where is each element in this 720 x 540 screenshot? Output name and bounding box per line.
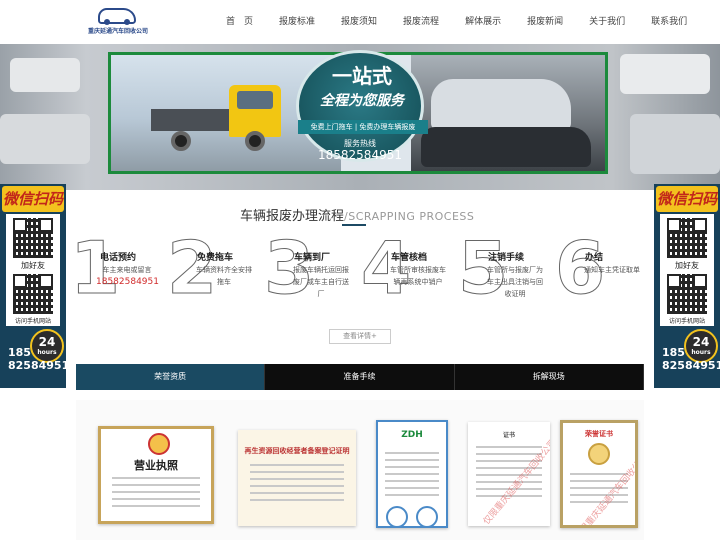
nav-scrap-notice[interactable]: 报废须知 <box>328 0 390 44</box>
cert-text-lines <box>112 477 200 512</box>
phone-line-2: 82584951 <box>8 359 70 372</box>
left-qr-panel: 微信扫码 加好友 访问手机网站 24 hours 185 82584951 <box>0 184 70 388</box>
nav-scrap-news[interactable]: 报废新闻 <box>514 0 576 44</box>
promo-title: 一站式 <box>332 64 392 88</box>
cert-title: 营业执照 <box>134 459 178 472</box>
step-desc: 车管所与报废厂为车主出具注销与回收证明 <box>487 266 543 298</box>
zdh-badge-icon: ZDH <box>401 430 423 440</box>
nav-scrap-standard[interactable]: 报废标准 <box>266 0 328 44</box>
truck-wheel <box>245 131 265 151</box>
cnas-logo-icon <box>416 506 438 526</box>
process-step-5: 5 注销手续 车管所与报废厂为车主出具注销与回收证明 <box>457 228 555 310</box>
wechat-scan-title: 微信扫码 <box>2 186 64 212</box>
qr-caption-add-friend: 加好友 <box>21 261 45 270</box>
award-seal-icon <box>588 443 610 465</box>
certificate-zdh[interactable]: ZDH <box>376 420 448 528</box>
qr-container: 加好友 访问手机网站 <box>660 214 714 326</box>
wechat-qr-code-icon[interactable] <box>667 218 707 258</box>
cert-title: 再生资源回收经营者备案登记证明 <box>244 447 350 455</box>
promo-subtitle: 全程为您服务 <box>320 93 404 109</box>
site-header: 重庆延通汽车回收公司 首 页 报废标准 报废须知 报废流程 解体展示 报废新闻 … <box>0 0 720 44</box>
promo-ribbon: 免费上门拖车 | 免费办理车辆报废 <box>298 120 428 134</box>
logo-text: 重庆延通汽车回收公司 <box>88 28 149 35</box>
cert-title: 荣誉证书 <box>585 430 613 438</box>
certificate-business-license[interactable]: 营业执照 <box>98 426 214 524</box>
nav-contact-us[interactable]: 联系我们 <box>638 0 700 44</box>
nav-home[interactable]: 首 页 <box>214 0 266 44</box>
step-desc: 车辆资料齐全安排拖车 <box>196 266 252 286</box>
right-qr-panel: 微信扫码 加好友 访问手机网站 24 hours 185 82584951 <box>654 184 720 388</box>
process-step-1: 1 电话预约 车主来电或留言 18582584951 <box>69 228 167 310</box>
step-desc: 通知车主凭证取单 <box>584 266 640 274</box>
certificate-4[interactable]: 证书 仅限重庆延通汽车回收公司使用 <box>468 422 550 526</box>
silver-car-image <box>431 79 571 131</box>
step-title: 车管核档 <box>391 253 428 263</box>
qr-caption-mobile-site: 访问手机网站 <box>14 318 51 325</box>
step-desc: 车管所审核报废车辆再系统中销户 <box>390 266 446 286</box>
nav-dismantle-show[interactable]: 解体展示 <box>452 0 514 44</box>
step-title: 车辆到厂 <box>294 253 331 263</box>
hotline-number: 18582584951 <box>318 148 402 162</box>
process-title-en: /SCRAPPING PROCESS <box>344 210 475 223</box>
phone-line-1: 185 <box>8 346 31 359</box>
process-title: 车辆报废办理流程/SCRAPPING PROCESS <box>240 205 474 224</box>
national-emblem-icon <box>148 433 170 455</box>
step-desc: 报废车辆托运回报废厂或车主自行送厂 <box>293 266 349 298</box>
step-desc: 车主来电或留言 18582584951 <box>96 264 159 288</box>
site-logo[interactable]: 重庆延通汽车回收公司 <box>88 6 149 36</box>
mobile-site-qr-code-icon[interactable] <box>667 274 707 314</box>
step-title: 电话预约 <box>100 253 137 263</box>
step-title: 注销手续 <box>488 253 525 263</box>
cert-text-lines <box>384 452 440 501</box>
wechat-qr-code-icon[interactable] <box>13 218 53 258</box>
car-logo-icon <box>98 8 136 25</box>
side-phone[interactable]: 185 82584951 <box>8 346 70 372</box>
truck-wheel <box>171 131 191 151</box>
truck-cab <box>229 85 281 137</box>
hero-banner: 一站式 全程为您服务 免费上门拖车 | 免费办理车辆报废 服务热线 185825… <box>0 44 720 190</box>
process-title-cn: 车辆报废办理流程 <box>240 209 345 224</box>
step-title: 免费拖车 <box>197 253 234 263</box>
tab-dismantle-site[interactable]: 拆解现场 <box>454 364 644 390</box>
phone-line-1: 185 <box>662 346 685 359</box>
cert-text-lines <box>249 464 345 506</box>
step-title: 办结 <box>585 253 604 263</box>
qr-caption-add-friend: 加好友 <box>675 261 699 270</box>
process-step-3: 3 车辆到厂 报废车辆托运回报废厂或车主自行送厂 <box>263 228 361 310</box>
junk-car-image <box>0 114 90 164</box>
junk-car-image <box>620 54 710 94</box>
mobile-site-qr-code-icon[interactable] <box>13 274 53 314</box>
process-step-6: 6 办结 通知车主凭证取单 <box>554 228 652 310</box>
view-details-button[interactable]: 查看详情+ <box>329 329 391 344</box>
step-phone: 18582584951 <box>96 277 159 287</box>
phone-line-2: 82584951 <box>662 359 720 372</box>
qr-caption-mobile-site: 访问手机网站 <box>668 318 705 325</box>
junk-car-image <box>10 58 80 92</box>
junk-car-image <box>630 114 720 174</box>
wechat-scan-title: 微信扫码 <box>656 186 718 212</box>
cert-title: 证书 <box>502 432 515 439</box>
info-tabs: 荣誉资质 准备手续 拆解现场 <box>76 364 644 390</box>
tab-honors[interactable]: 荣誉资质 <box>76 364 266 390</box>
certificates-gallery: 营业执照 再生资源回收经营者备案登记证明 ZDH 证书 仅限重庆延通汽车回收公司… <box>76 400 644 540</box>
process-step-4: 4 车管核档 车管所审核报废车辆再系统中销户 <box>360 228 458 310</box>
certificate-recycling-registration[interactable]: 再生资源回收经营者备案登记证明 <box>238 430 356 526</box>
process-step-2: 2 免费拖车 车辆资料齐全安排拖车 <box>166 228 264 310</box>
dark-car-image <box>421 127 591 167</box>
iaf-logo-icon <box>386 506 408 526</box>
process-steps: 1 电话预约 车主来电或留言 18582584951 2 免费拖车 车辆资料齐全… <box>69 228 652 310</box>
nav-scrap-process[interactable]: 报废流程 <box>390 0 452 44</box>
certificate-honor[interactable]: 荣誉证书 仅限重庆延通汽车回收公司使用 <box>560 420 638 528</box>
qr-container: 加好友 访问手机网站 <box>6 214 60 326</box>
side-phone[interactable]: 185 82584951 <box>662 346 720 372</box>
main-nav: 首 页 报废标准 报废须知 报废流程 解体展示 报废新闻 关于我们 联系我们 <box>214 0 700 44</box>
nav-about-us[interactable]: 关于我们 <box>576 0 638 44</box>
tab-preparation[interactable]: 准备手续 <box>265 364 455 390</box>
step-desc-text: 车主来电或留言 <box>102 266 152 274</box>
